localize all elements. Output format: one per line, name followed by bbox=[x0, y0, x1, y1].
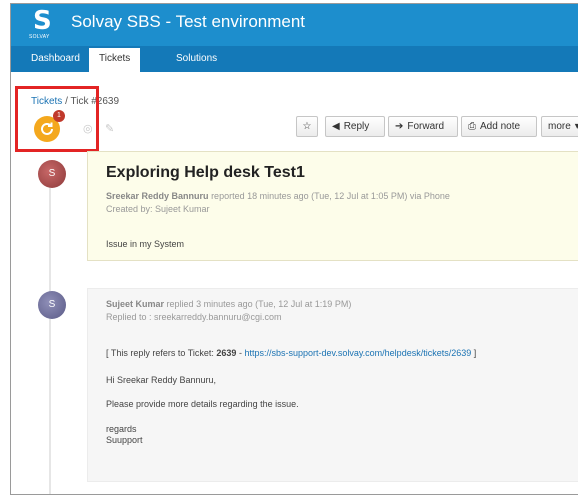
logo-word: SOLVAY bbox=[29, 34, 50, 40]
star-icon: ☆ bbox=[302, 121, 312, 132]
ticket-created-by: Created by: Sujeet Kumar bbox=[106, 204, 210, 214]
app-header: S SOLVAY Solvay SBS - Test environment bbox=[11, 4, 578, 46]
reply-message: Please provide more details regarding th… bbox=[106, 399, 299, 409]
forward-arrow-icon: ➔ bbox=[395, 121, 404, 132]
reported-info: reported 18 minutes ago (Tue, 12 Jul at … bbox=[211, 191, 450, 201]
ticket-reported-meta: Sreekar Reddy Bannuru reported 18 minute… bbox=[106, 191, 450, 201]
reply-author[interactable]: Sujeet Kumar bbox=[106, 299, 164, 309]
forward-label: Forward bbox=[407, 121, 445, 132]
ticket-subject: Exploring Help desk Test1 bbox=[106, 164, 305, 181]
refers-suffix: ] bbox=[473, 348, 477, 358]
ticket-description: Issue in my System bbox=[106, 239, 185, 249]
reply-card: Sujeet Kumar replied 3 minutes ago (Tue,… bbox=[87, 288, 578, 482]
requester-avatar: S bbox=[38, 160, 66, 188]
ticket-description-card: Exploring Help desk Test1 Sreekar Reddy … bbox=[87, 151, 578, 261]
app-title: Solvay SBS - Test environment bbox=[71, 12, 306, 31]
solvay-logo[interactable]: S SOLVAY bbox=[25, 6, 65, 42]
conversation-timeline bbox=[49, 184, 51, 494]
note-icon: ⎙ bbox=[468, 121, 476, 132]
app-window: S SOLVAY Solvay SBS - Test environment D… bbox=[10, 3, 578, 495]
reply-greeting: Hi Sreekar Reddy Bannuru, bbox=[106, 375, 217, 385]
ticket-url-link[interactable]: https://sbs-support-dev.solvay.com/helpd… bbox=[244, 348, 471, 358]
logo-letter: S bbox=[33, 6, 52, 36]
replied-to: Replied to : sreekarreddy.bannuru@cgi.co… bbox=[106, 312, 282, 322]
edit-icon[interactable]: ✎ bbox=[105, 122, 114, 135]
refers-dash: - bbox=[238, 348, 242, 358]
reply-signoff: regards bbox=[106, 424, 137, 434]
annotation-highlight bbox=[15, 86, 99, 152]
star-button[interactable]: ☆ bbox=[296, 116, 318, 137]
nav-tab-tickets[interactable]: Tickets bbox=[89, 46, 141, 72]
nav-tab-solutions[interactable]: Solutions bbox=[166, 46, 227, 72]
reply-meta: Sujeet Kumar replied 3 minutes ago (Tue,… bbox=[106, 299, 351, 309]
replied-info: replied 3 minutes ago (Tue, 12 Jul at 1:… bbox=[166, 299, 352, 309]
caret-down-icon: ▾ bbox=[575, 121, 578, 132]
agent-avatar: S bbox=[38, 291, 66, 319]
reply-label: Reply bbox=[343, 121, 370, 132]
refers-prefix: [ This reply refers to Ticket: bbox=[106, 348, 214, 358]
more-button[interactable]: more ▾ bbox=[541, 116, 578, 137]
reply-button[interactable]: ◀ Reply bbox=[325, 116, 385, 137]
add-note-button[interactable]: ⎙ Add note bbox=[461, 116, 537, 137]
reply-arrow-icon: ◀ bbox=[332, 121, 340, 132]
requester-name[interactable]: Sreekar Reddy Bannuru bbox=[106, 191, 209, 201]
add-note-label: Add note bbox=[480, 121, 521, 132]
nav-tab-dashboard[interactable]: Dashboard bbox=[21, 46, 90, 72]
forward-button[interactable]: ➔ Forward bbox=[388, 116, 458, 137]
reply-reference: [ This reply refers to Ticket: 2639 - ht… bbox=[106, 348, 476, 358]
refers-ticket-number: 2639 bbox=[216, 348, 237, 358]
reply-signature: Suupport bbox=[106, 435, 143, 445]
main-nav: Dashboard Tickets Solutions bbox=[11, 46, 578, 72]
more-label: more bbox=[548, 121, 571, 132]
